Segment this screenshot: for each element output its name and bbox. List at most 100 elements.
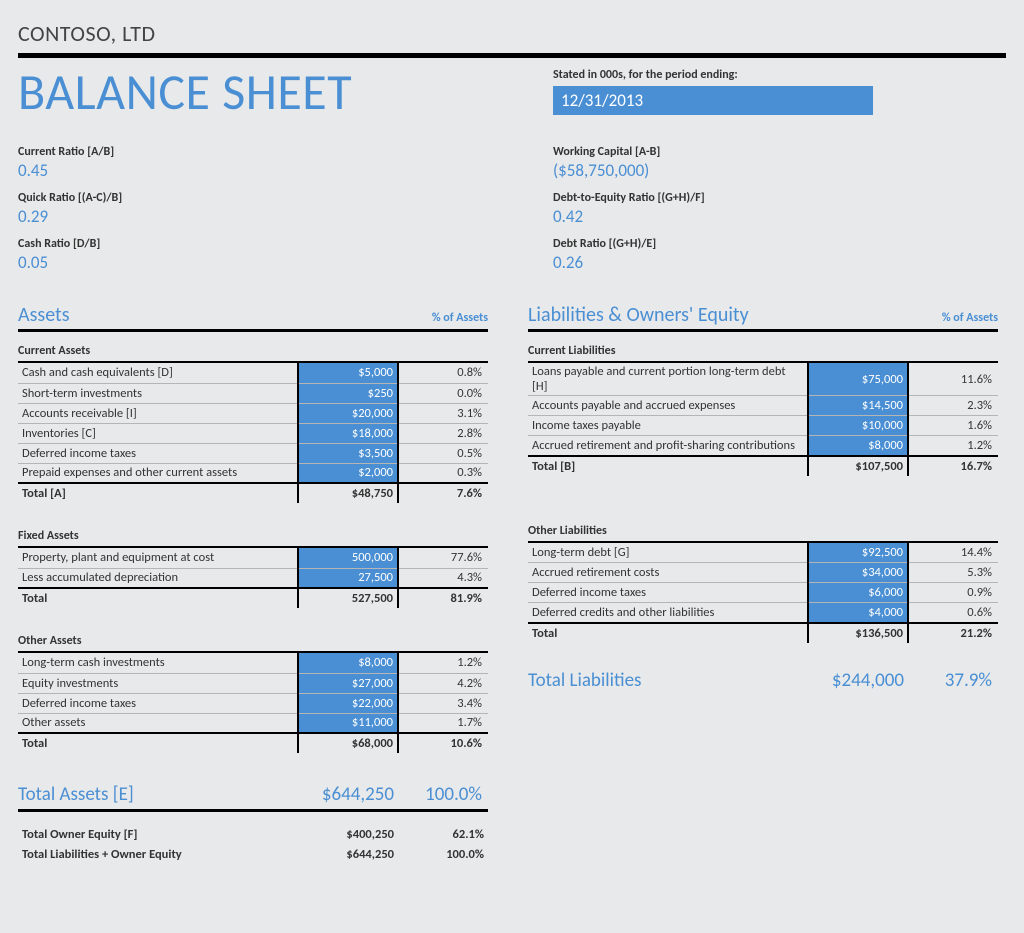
ratio-label: Quick Ratio [(A-C)/B] bbox=[18, 191, 513, 205]
row-value-cell[interactable]: $14,500 bbox=[808, 396, 908, 416]
footer-table: Total Owner Equity [F]$400,25062.1%Total… bbox=[18, 824, 488, 864]
pct-of-assets-label: % of Assets bbox=[432, 311, 488, 325]
row-value-cell[interactable]: 27,500 bbox=[298, 568, 398, 588]
liabilities-title: Liabilities & Owners' Equity bbox=[528, 303, 942, 327]
current-liabilities-group: Current LiabilitiesLoans payable and cur… bbox=[528, 344, 998, 476]
period-block: Stated in 000s, for the period ending: 1… bbox=[553, 62, 1006, 115]
data-table: Loans payable and current portion long-t… bbox=[528, 363, 998, 476]
row-pct: 1.2% bbox=[398, 653, 488, 673]
ratio-item: Current Ratio [A/B]0.45 bbox=[18, 145, 513, 181]
ratios-right: Working Capital [A-B]($58,750,000) Debt-t… bbox=[553, 145, 1006, 283]
ratio-value: 0.29 bbox=[18, 206, 513, 227]
row-label: Prepaid expenses and other current asset… bbox=[18, 463, 298, 483]
group-title: Other Liabilities bbox=[528, 524, 998, 543]
row-pct: 0.9% bbox=[908, 583, 998, 603]
table-row: Accrued retirement and profit-sharing co… bbox=[528, 436, 998, 456]
total-pct: 7.6% bbox=[398, 483, 488, 503]
total-label: Total [A] bbox=[18, 483, 298, 503]
total-row: Total [B]$107,50016.7% bbox=[528, 456, 998, 476]
row-value-cell[interactable]: $22,000 bbox=[298, 693, 398, 713]
row-value-cell[interactable]: $18,000 bbox=[298, 423, 398, 443]
row-pct: 0.5% bbox=[398, 443, 488, 463]
table-row: Other assets$11,0001.7% bbox=[18, 713, 488, 733]
row-label: Long-term debt [G] bbox=[528, 543, 808, 563]
pct-of-assets-label-right: % of Assets bbox=[942, 311, 998, 325]
row-pct: 2.3% bbox=[908, 396, 998, 416]
ratio-value: 0.42 bbox=[553, 206, 1006, 227]
total-assets-pct: 100.0% bbox=[398, 783, 488, 806]
row-value-cell[interactable]: $27,000 bbox=[298, 673, 398, 693]
row-pct: 3.4% bbox=[398, 693, 488, 713]
period-value-input[interactable]: 12/31/2013 bbox=[553, 86, 873, 115]
row-pct: 0.8% bbox=[398, 363, 488, 383]
row-label: Deferred income taxes bbox=[18, 693, 298, 713]
table-row: Long-term cash investments$8,0001.2% bbox=[18, 653, 488, 673]
ratios-left: Current Ratio [A/B]0.45 Quick Ratio [(A-C… bbox=[18, 145, 513, 283]
footer-row: Total Liabilities + Owner Equity$644,250… bbox=[18, 844, 488, 864]
total-pct: 81.9% bbox=[398, 588, 488, 608]
group-title: Current Liabilities bbox=[528, 344, 998, 363]
row-value-cell[interactable]: $11,000 bbox=[298, 713, 398, 733]
row-label: Cash and cash equivalents [D] bbox=[18, 363, 298, 383]
row-label: Income taxes payable bbox=[528, 416, 808, 436]
assets-column: Assets % of Assets Current AssetsCash an… bbox=[18, 303, 488, 864]
table-row: Short-term investments$2500.0% bbox=[18, 383, 488, 403]
row-label: Accounts receivable [I] bbox=[18, 403, 298, 423]
total-value: 527,500 bbox=[298, 588, 398, 608]
row-label: Accrued retirement and profit-sharing co… bbox=[528, 436, 808, 456]
row-value-cell[interactable]: $10,000 bbox=[808, 416, 908, 436]
row-pct: 2.8% bbox=[398, 423, 488, 443]
row-pct: 11.6% bbox=[908, 363, 998, 396]
table-row: Accounts receivable [I]$20,0003.1% bbox=[18, 403, 488, 423]
footer-pct: 62.1% bbox=[398, 824, 488, 844]
ratio-item: Working Capital [A-B]($58,750,000) bbox=[553, 145, 1006, 181]
row-value-cell[interactable]: $20,000 bbox=[298, 403, 398, 423]
row-pct: 0.0% bbox=[398, 383, 488, 403]
page-title: BALANCE SHEET bbox=[18, 62, 513, 123]
row-value-cell[interactable]: $75,000 bbox=[808, 363, 908, 396]
row-value-cell[interactable]: $92,500 bbox=[808, 543, 908, 563]
liabilities-column: Liabilities & Owners' Equity % of Assets… bbox=[528, 303, 998, 864]
ratio-label: Debt Ratio [(G+H)/E] bbox=[553, 237, 1006, 251]
data-table: Long-term debt [G]$92,50014.4%Accrued re… bbox=[528, 543, 998, 643]
row-value-cell[interactable]: $250 bbox=[298, 383, 398, 403]
table-row: Deferred credits and other liabilities$4… bbox=[528, 603, 998, 623]
table-row: Deferred income taxes$6,0000.9% bbox=[528, 583, 998, 603]
row-value-cell[interactable]: $6,000 bbox=[808, 583, 908, 603]
row-pct: 1.2% bbox=[908, 436, 998, 456]
footer-pct: 100.0% bbox=[398, 844, 488, 864]
ratio-label: Debt-to-Equity Ratio [(G+H)/F] bbox=[553, 191, 1006, 205]
footer-label: Total Liabilities + Owner Equity bbox=[18, 844, 298, 864]
row-value-cell[interactable]: $8,000 bbox=[298, 653, 398, 673]
total-label: Total bbox=[18, 733, 298, 753]
ratio-value: ($58,750,000) bbox=[553, 160, 1006, 181]
row-value-cell[interactable]: $4,000 bbox=[808, 603, 908, 623]
row-pct: 4.3% bbox=[398, 568, 488, 588]
row-pct: 14.4% bbox=[908, 543, 998, 563]
footer-row: Total Owner Equity [F]$400,25062.1% bbox=[18, 824, 488, 844]
total-value: $107,500 bbox=[808, 456, 908, 476]
row-pct: 77.6% bbox=[398, 548, 488, 568]
total-value: $136,500 bbox=[808, 623, 908, 643]
other-assets-group: Other AssetsLong-term cash investments$8… bbox=[18, 634, 488, 753]
table-row: Cash and cash equivalents [D]$5,0000.8% bbox=[18, 363, 488, 383]
row-label: Equity investments bbox=[18, 673, 298, 693]
group-title: Fixed Assets bbox=[18, 529, 488, 548]
table-row: Income taxes payable$10,0001.6% bbox=[528, 416, 998, 436]
total-row: Total527,50081.9% bbox=[18, 588, 488, 608]
total-pct: 16.7% bbox=[908, 456, 998, 476]
total-row: Total$136,50021.2% bbox=[528, 623, 998, 643]
row-value-cell[interactable]: $34,000 bbox=[808, 563, 908, 583]
total-label: Total bbox=[528, 623, 808, 643]
row-value-cell[interactable]: $5,000 bbox=[298, 363, 398, 383]
ratio-label: Working Capital [A-B] bbox=[553, 145, 1006, 159]
total-row: Total$68,00010.6% bbox=[18, 733, 488, 753]
row-value-cell[interactable]: $8,000 bbox=[808, 436, 908, 456]
total-liabilities-row: Total Liabilities $244,000 37.9% bbox=[528, 669, 998, 692]
row-value-cell[interactable]: $3,500 bbox=[298, 443, 398, 463]
row-value-cell[interactable]: $2,000 bbox=[298, 463, 398, 483]
total-label: Total [B] bbox=[528, 456, 808, 476]
group-title: Other Assets bbox=[18, 634, 488, 653]
row-pct: 0.3% bbox=[398, 463, 488, 483]
row-value-cell[interactable]: 500,000 bbox=[298, 548, 398, 568]
